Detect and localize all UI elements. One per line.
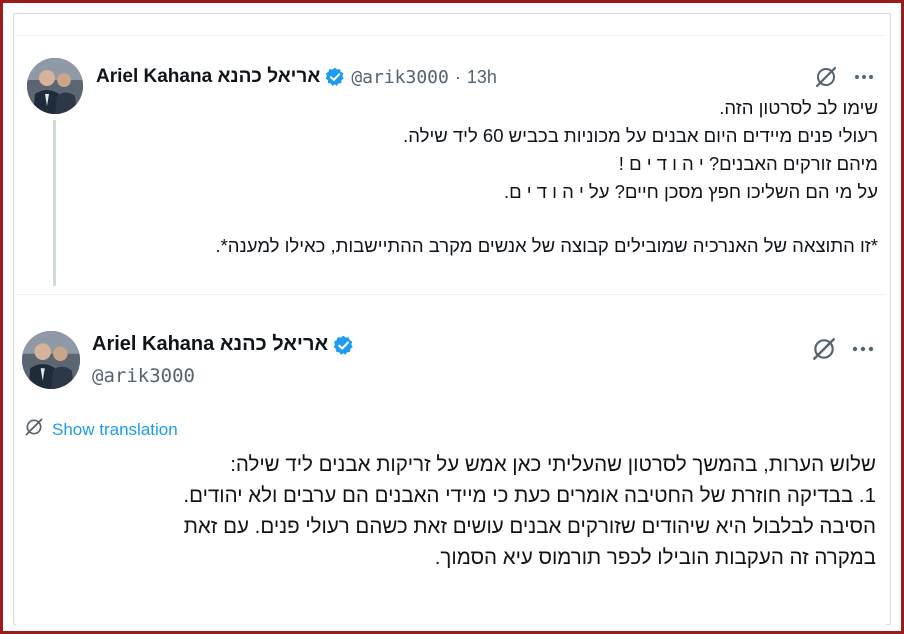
- author-display-name[interactable]: Ariel Kahana אריאל כהנא: [96, 66, 320, 88]
- tweet-line: שימו לב לסרטון הזה.: [719, 97, 878, 118]
- tweet-line: 1. בבדיקה חוזרת של החטיבה אומרים כעת כי …: [183, 484, 876, 507]
- tweet-timestamp[interactable]: 13h: [467, 67, 497, 88]
- separator-dot: ·: [454, 66, 461, 87]
- show-translation-label[interactable]: Show translation: [52, 420, 178, 440]
- screenshot-frame: Ariel Kahana אריאל כהנא @arik3000 · 13h: [0, 0, 904, 634]
- author-handle[interactable]: @arik3000: [351, 67, 449, 88]
- tweet-line: על מי הם השליכו חפץ מסכן חיים? על י ה ו …: [503, 181, 878, 202]
- author-handle[interactable]: @arik3000: [92, 365, 195, 387]
- tweet-line: הסיבה לבלבול היא שיהודים שזורקים אבנים ע…: [183, 515, 876, 538]
- tweet-text: שלוש הערות, בהמשך לסרטון שהעליתי כאן אמש…: [24, 449, 876, 573]
- author-avatar[interactable]: [22, 331, 80, 389]
- verified-badge-icon: [325, 67, 345, 87]
- tweet-text: שימו לב לסרטון הזה. רעולי פנים מיידים הי…: [96, 94, 878, 260]
- tweet-quoted[interactable]: Ariel Kahana אריאל כהנא @arik3000 · 13h: [16, 35, 886, 295]
- author-avatar[interactable]: [27, 58, 83, 114]
- author-display-name[interactable]: Ariel Kahana אריאל כהנא: [92, 333, 328, 356]
- tweet-header: Ariel Kahana אריאל כהנא @arik3000 · 13h: [96, 64, 497, 90]
- show-translation-link[interactable]: Show translation: [24, 417, 178, 442]
- tweet-line: מיהם זורקים האבנים? י ה ו ד י ם !: [618, 153, 878, 174]
- tweet-header: Ariel Kahana אריאל כהנא: [92, 333, 353, 356]
- grok-icon[interactable]: [812, 63, 840, 91]
- tweet-main[interactable]: Ariel Kahana אריאל כהנא @arik3000 Show t…: [16, 309, 886, 625]
- more-options-icon[interactable]: [848, 334, 878, 364]
- verified-badge-icon: [333, 335, 353, 355]
- tweet-line: רעולי פנים מיידים היום אבנים על מכוניות …: [403, 125, 878, 146]
- tweet-line: שלוש הערות, בהמשך לסרטון שהעליתי כאן אמש…: [230, 453, 876, 476]
- tweet-line: *זו התוצאה של האנרכיה שמובילים קבוצה של …: [215, 235, 878, 256]
- thread-connector-line: [53, 120, 56, 286]
- tweet-line: במקרה זה העקבות הובילו לכפר תורמוס עיא ה…: [434, 546, 876, 569]
- grok-icon[interactable]: [809, 334, 839, 364]
- translate-icon: [24, 417, 44, 442]
- more-options-icon[interactable]: [850, 63, 878, 91]
